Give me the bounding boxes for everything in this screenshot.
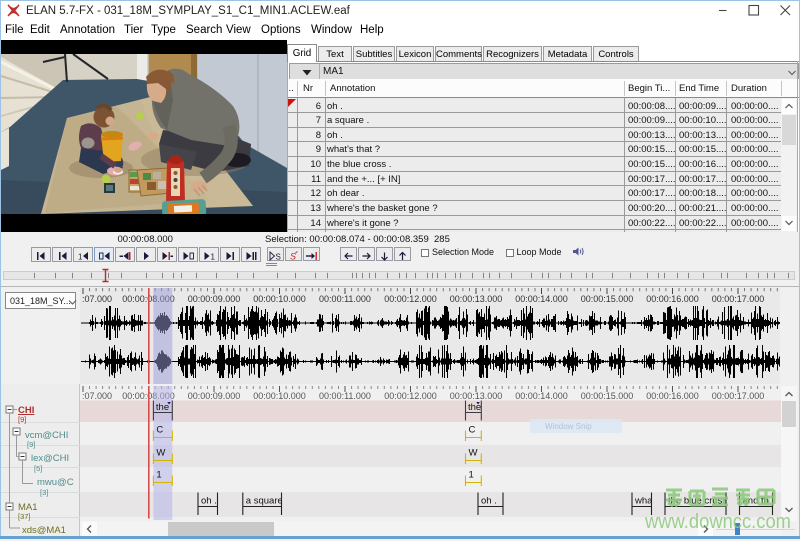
svg-text:W: W — [156, 448, 165, 459]
svg-text:00:00:11.000: 00:00:11.000 — [319, 294, 371, 304]
svg-text:the: the — [156, 402, 169, 413]
svg-text:00:00:14.000: 00:00:14.000 — [515, 391, 568, 401]
svg-text:00:00:10.000: 00:00:10.000 — [253, 391, 306, 401]
svg-text:the blue cross: the blue cross — [668, 496, 727, 507]
svg-text:and the: and the — [743, 496, 775, 507]
svg-text:00:00:15.000: 00:00:15.000 — [581, 294, 634, 304]
svg-text:00:00:09.000: 00:00:09.000 — [188, 391, 241, 401]
svg-text:S: S — [275, 253, 280, 262]
svg-text:00:00:17.000: 00:00:17.000 — [712, 294, 765, 304]
svg-text:00:00:16.000: 00:00:16.000 — [646, 294, 699, 304]
svg-text:00:00:09.000: 00:00:09.000 — [188, 294, 241, 304]
svg-text:C: C — [469, 425, 476, 436]
svg-text::07.000: :07.000 — [82, 294, 112, 304]
svg-text:1: 1 — [469, 470, 474, 481]
svg-text:1: 1 — [211, 252, 216, 261]
svg-text:the: the — [468, 402, 481, 413]
svg-text:C: C — [156, 425, 163, 436]
svg-text:00:00:10.000: 00:00:10.000 — [253, 294, 306, 304]
svg-text:00:00:13.000: 00:00:13.000 — [450, 294, 503, 304]
svg-text:00:00:14.000: 00:00:14.000 — [515, 294, 568, 304]
svg-text:00:00:12.000: 00:00:12.000 — [384, 391, 437, 401]
svg-text:1: 1 — [156, 470, 161, 481]
svg-text:00:00:11.000: 00:00:11.000 — [319, 391, 371, 401]
svg-text:oh .: oh . — [201, 496, 217, 507]
svg-text:oh .: oh . — [481, 496, 497, 507]
svg-text:00:00:12.000: 00:00:12.000 — [384, 294, 437, 304]
svg-text:00:00:13.000: 00:00:13.000 — [450, 391, 503, 401]
svg-text:00:00:15.000: 00:00:15.000 — [581, 391, 634, 401]
svg-text:S: S — [290, 252, 296, 262]
svg-text:1: 1 — [78, 252, 83, 261]
svg-text:00:00:17.000: 00:00:17.000 — [712, 391, 765, 401]
svg-text::07.000: :07.000 — [82, 391, 112, 401]
svg-text:W: W — [469, 448, 478, 459]
svg-text:00:00:16.000: 00:00:16.000 — [646, 391, 699, 401]
